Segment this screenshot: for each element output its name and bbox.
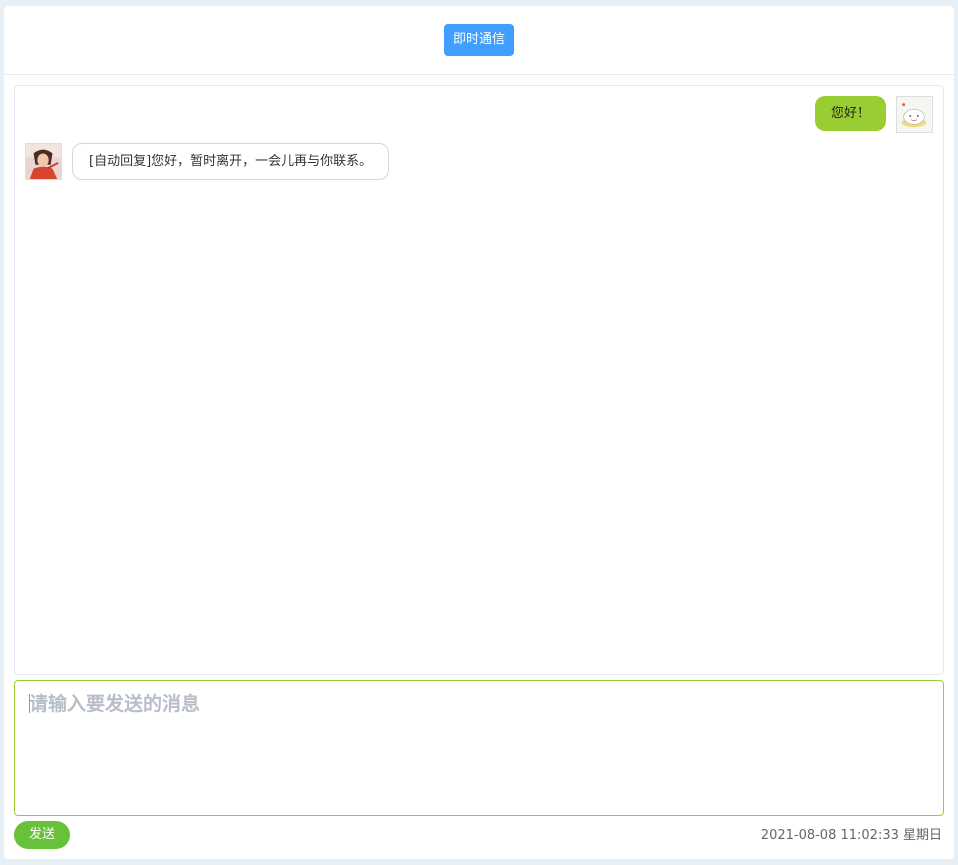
my-avatar [896, 96, 933, 133]
contact-avatar [25, 143, 62, 180]
portrait-avatar-icon [26, 144, 61, 179]
message-input[interactable] [15, 681, 943, 815]
cartoon-avatar-icon [897, 97, 932, 132]
chat-header: 即时通信 [4, 6, 954, 75]
datetime-display: 2021-08-08 11:02:33 星期日 [760, 828, 942, 843]
text-caret [29, 694, 30, 713]
send-button[interactable]: 发送 [14, 821, 70, 849]
instant-messaging-button[interactable]: 即时通信 [444, 24, 514, 56]
contact-message-bubble: [自动回复]您好，暂时离开，一会儿再与你联系。 [72, 143, 390, 180]
chat-window: 即时通信 您好！ [自动回复]您好，暂时离开，一会儿再与你联系。 请输入要发送的… [4, 6, 954, 859]
message-composer[interactable] [14, 680, 944, 816]
my-message-bubble: 您好！ [814, 96, 886, 131]
message-list[interactable]: 您好！ [自动回复]您好，暂时离开，一会儿再与你联系。 [14, 85, 944, 675]
